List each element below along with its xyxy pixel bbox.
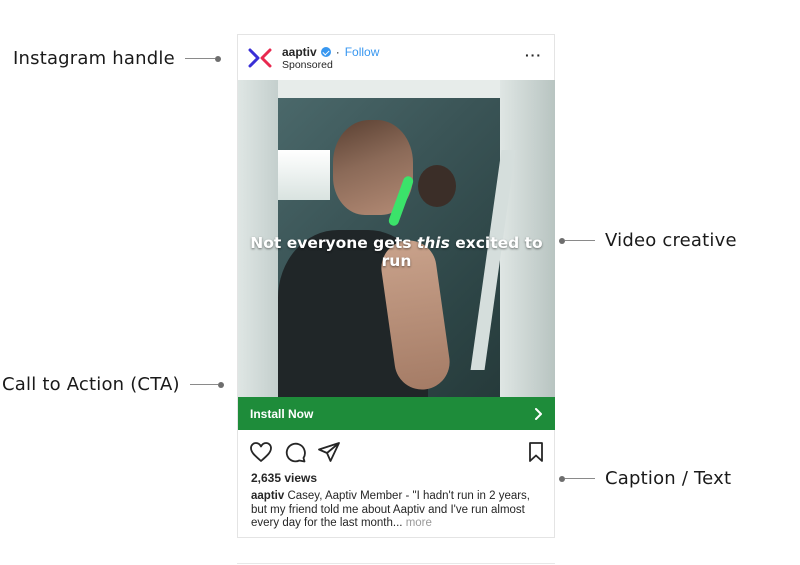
bookmark-icon[interactable] [524,440,548,464]
install-now-cta[interactable]: Install Now [238,397,555,430]
handle-row: aaptiv · Follow [282,45,379,59]
annotation-dot [217,381,224,388]
caption-more-link[interactable]: more [403,517,432,529]
annotation-connector [565,240,595,241]
view-count: 2,635 views [251,471,318,485]
annotation-connector [565,478,595,479]
annotation-label: Video creative [605,230,737,251]
instagram-post-card: aaptiv · Follow Sponsored ··· Not everyo… [237,34,555,538]
annotation-cta: Call to Action (CTA) [2,374,224,395]
video-overlay-text: Not everyone gets this excited to run [250,234,543,270]
annotation-video-creative: Video creative [559,230,737,251]
follow-button[interactable]: Follow [345,45,380,59]
post-header: aaptiv · Follow Sponsored ··· [238,35,554,80]
annotation-dot [214,55,221,62]
video-creative[interactable]: Not everyone gets this excited to run [238,80,555,397]
cta-label: Install Now [250,406,314,421]
paper-plane-icon[interactable] [317,440,341,464]
annotation-label: Caption / Text [605,468,732,489]
annotation-instagram-handle: Instagram handle [13,48,221,69]
comment-icon[interactable] [283,440,307,464]
chevron-right-icon [535,407,542,420]
divider [237,563,555,564]
caption-text: Casey, Aaptiv Member - "I hadn't run in … [251,490,531,529]
annotation-caption-text: Caption / Text [559,468,731,489]
more-options-icon[interactable]: ··· [525,47,542,63]
aaptiv-logo[interactable] [248,47,272,69]
account-handle[interactable]: aaptiv [282,45,317,59]
scene-background-person [418,165,456,207]
scene-window-light [278,150,330,200]
sponsored-label: Sponsored [282,59,333,71]
annotation-connector [184,58,215,59]
verified-badge-icon [320,47,331,57]
annotation-label: Call to Action (CTA) [2,374,180,395]
post-action-bar [238,440,554,464]
post-caption: aaptiv Casey, Aaptiv Member - "I hadn't … [251,490,543,531]
separator-dot: · [335,45,340,59]
annotation-label: Instagram handle [13,48,175,69]
annotation-connector [189,384,218,385]
heart-icon[interactable] [249,440,273,464]
caption-handle[interactable]: aaptiv [251,490,284,502]
